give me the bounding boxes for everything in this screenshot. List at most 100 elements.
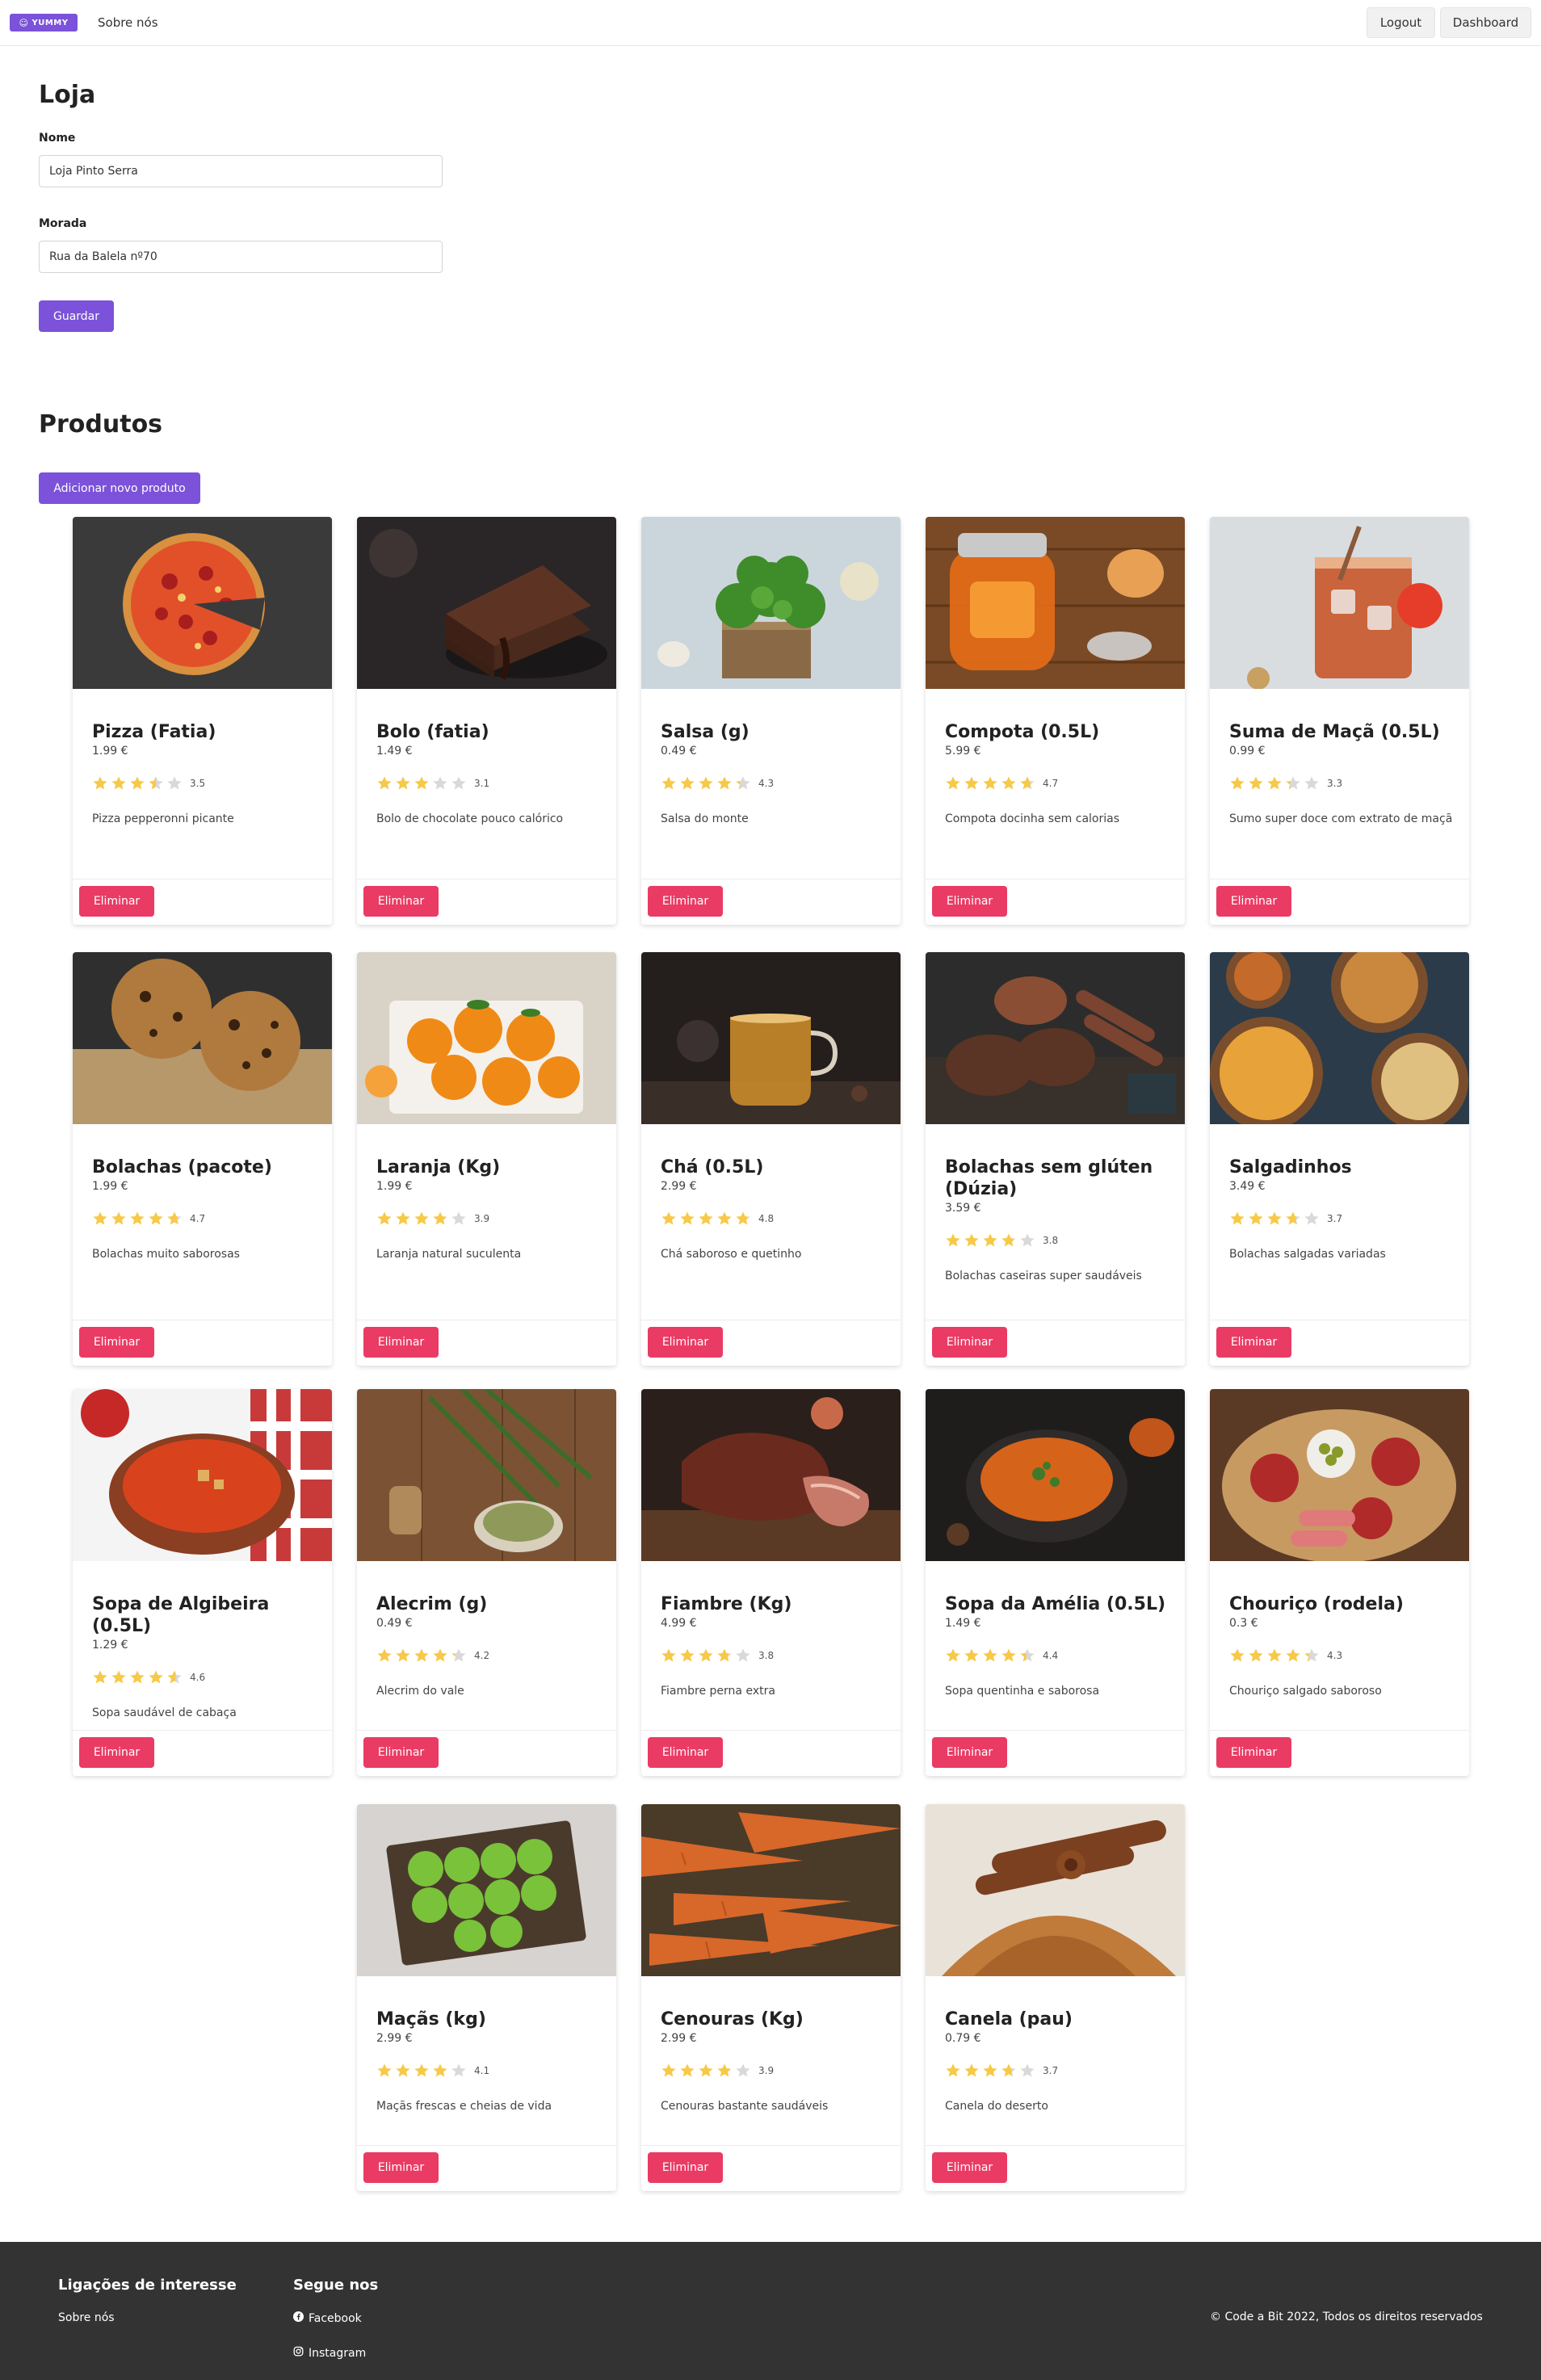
delete-product-button[interactable]: Eliminar [363,1737,439,1768]
product-name: Compota (0.5L) [945,722,1100,742]
footer: Ligações de interesse Sobre nós Segue no… [0,2242,1541,2380]
delete-product-button[interactable]: Eliminar [363,2152,439,2183]
star-icon [451,2063,467,2079]
star-icon [964,1648,980,1664]
product-rating: 3.7 [1229,1211,1342,1227]
star-icon [432,1211,448,1227]
dashboard-button[interactable]: Dashboard [1440,7,1531,38]
footer-about-link[interactable]: Sobre nós [58,2311,115,2324]
store-name-input[interactable]: Loja Pinto Serra [39,155,443,187]
star-icon [661,1648,677,1664]
star-icon [661,1211,677,1227]
star-icon [92,775,108,791]
delete-product-button[interactable]: Eliminar [648,886,723,917]
product-description: Sopa quentinha e saborosa [945,1685,1100,1698]
star-icon [679,775,695,791]
footer-facebook-link[interactable]: Facebook [293,2311,362,2325]
star-icon [964,775,980,791]
star-icon [395,775,411,791]
brand-logo[interactable]: ☺ YUMMY [10,14,78,31]
brand-logo-text: YUMMY [31,18,69,27]
product-card: Laranja (Kg) 1.99 € 3.9 Laranja natural … [357,952,616,1366]
delete-product-button[interactable]: Eliminar [932,1737,1007,1768]
star-icon [92,1669,108,1685]
star-icon [1266,1648,1283,1664]
product-description: Compota docinha sem calorias [945,812,1120,825]
nav-about-link[interactable]: Sobre nós [98,15,158,30]
delete-product-button[interactable]: Eliminar [79,1327,154,1358]
product-description: Chouriço salgado saboroso [1229,1685,1382,1698]
product-price: 2.99 € [376,2032,413,2045]
card-divider [641,2145,901,2146]
star-icon [716,775,733,791]
product-price: 1.49 € [945,1617,981,1630]
product-description: Alecrim do vale [376,1685,464,1698]
rating-value: 3.9 [474,1213,490,1224]
product-name: Maçãs (kg) [376,2009,486,2030]
product-description: Canela do deserto [945,2100,1048,2113]
rating-value: 4.6 [190,1672,206,1683]
delete-product-button[interactable]: Eliminar [363,886,439,917]
star-icon [1229,1648,1245,1664]
star-icon [1285,775,1301,791]
product-rating: 4.7 [945,775,1058,791]
star-icon [661,775,677,791]
star-icon [376,1648,393,1664]
star-icon [414,775,430,791]
product-rating: 3.8 [945,1232,1058,1249]
save-store-button[interactable]: Guardar [39,300,114,332]
product-description: Bolachas muito saborosas [92,1248,240,1261]
rating-value: 3.7 [1043,2065,1059,2076]
top-navbar: ☺ YUMMY Sobre nós Logout Dashboard [0,0,1541,46]
product-name: Salgadinhos [1229,1157,1352,1177]
rating-value: 4.8 [758,1213,775,1224]
product-name: Bolo (fatia) [376,722,489,742]
product-image [1210,952,1469,1124]
star-icon [982,1648,998,1664]
product-description: Sumo super doce com extrato de maçã [1229,812,1453,825]
product-rating: 3.5 [92,775,205,791]
product-card: Chá (0.5L) 2.99 € 4.8 Chá saboroso e que… [641,952,901,1366]
delete-product-button[interactable]: Eliminar [79,886,154,917]
star-icon [451,1211,467,1227]
delete-product-button[interactable]: Eliminar [648,2152,723,2183]
rating-value: 4.3 [758,778,775,789]
product-name: Pizza (Fatia) [92,722,216,742]
delete-product-button[interactable]: Eliminar [932,1327,1007,1358]
product-price: 2.99 € [661,2032,697,2045]
logout-button[interactable]: Logout [1367,7,1435,38]
footer-instagram-link[interactable]: Instagram [293,2346,366,2360]
delete-product-button[interactable]: Eliminar [79,1737,154,1768]
product-card: Maçãs (kg) 2.99 € 4.1 Maçãs frescas e ch… [357,1804,616,2191]
delete-product-button[interactable]: Eliminar [1216,886,1291,917]
product-image [73,517,332,689]
rating-value: 3.8 [1043,1235,1059,1246]
delete-product-button[interactable]: Eliminar [1216,1737,1291,1768]
rating-value: 3.7 [1327,1213,1343,1224]
delete-product-button[interactable]: Eliminar [932,2152,1007,2183]
delete-product-button[interactable]: Eliminar [1216,1327,1291,1358]
delete-product-button[interactable]: Eliminar [648,1327,723,1358]
star-icon [1285,1211,1301,1227]
product-rating: 4.4 [945,1648,1058,1664]
product-price: 1.99 € [92,1180,128,1193]
product-rating: 4.8 [661,1211,774,1227]
product-rating: 3.8 [661,1648,774,1664]
add-product-button[interactable]: Adicionar novo produto [39,472,200,504]
product-price: 4.99 € [661,1617,697,1630]
product-name: Chá (0.5L) [661,1157,764,1177]
delete-product-button[interactable]: Eliminar [932,886,1007,917]
delete-product-button[interactable]: Eliminar [363,1327,439,1358]
product-image [1210,517,1469,689]
delete-product-button[interactable]: Eliminar [648,1737,723,1768]
product-card: Chouriço (rodela) 0.3 € 4.3 Chouriço sal… [1210,1389,1469,1776]
store-address-input[interactable]: Rua da Balela nº70 [39,241,443,273]
star-icon [1248,1211,1264,1227]
star-icon [166,775,183,791]
star-icon [92,1211,108,1227]
product-name: Bolachas (pacote) [92,1157,272,1177]
star-icon [964,1232,980,1249]
footer-facebook-label: Facebook [309,2311,362,2325]
product-card: Bolachas sem glúten (Dúzia) 3.59 € 3.8 B… [926,952,1185,1366]
product-name: Canela (pau) [945,2009,1073,2030]
